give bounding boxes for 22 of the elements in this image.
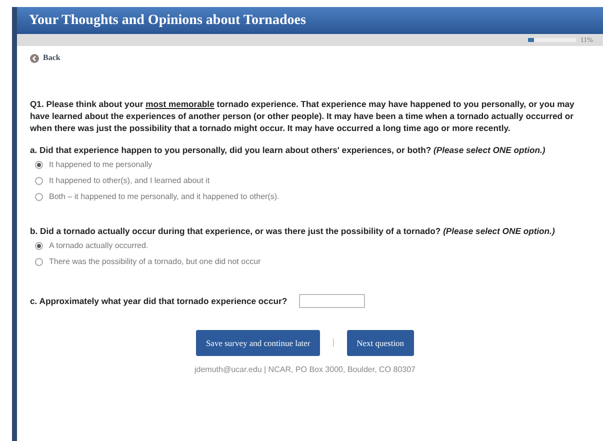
radio-option[interactable]: Both – it happened to me personally, and it happened to other(s). bbox=[35, 191, 590, 203]
save-button[interactable]: Save survey and continue later bbox=[196, 330, 320, 356]
radio-option[interactable]: It happened to me personally bbox=[35, 159, 590, 171]
radio-button[interactable] bbox=[35, 161, 43, 169]
question-text: b. Did a tornado actually occur during that experience, or was there just the possibility of a tornado? (Please select ONE option.) bbox=[30, 225, 556, 237]
button-separator: | bbox=[332, 336, 335, 350]
question-text: c. Approximately what year did that tornado experience occur? bbox=[30, 294, 288, 308]
radio-button[interactable] bbox=[35, 193, 43, 201]
back-icon bbox=[30, 54, 39, 62]
year-field[interactable] bbox=[299, 294, 366, 308]
radio-option[interactable]: It happened to other(s), and I learned about it bbox=[35, 175, 590, 187]
survey-title: Your Thoughts and Opinions about Tornadoes bbox=[29, 12, 306, 30]
intro-paragraph: Q1. Please think about your most memorable tornado experience. That experience may have happened to you personally, or you may have learned about the experiences of another person (or other people). It may have been a time when a tornado actually occurred or when there was just the possibility that a tornado might occur. It may have occurred a long time ago or more recently. bbox=[30, 98, 576, 134]
radio-button[interactable] bbox=[35, 177, 43, 185]
footer-contact: jdemuth@ucar.edu | NCAR, PO Box 3000, Boulder, CO 80307 bbox=[193, 364, 416, 376]
radio-button[interactable] bbox=[35, 258, 43, 266]
radio-option[interactable]: A tornado actually occurred. bbox=[35, 240, 590, 252]
back-link[interactable]: Back bbox=[30, 52, 60, 64]
radio-option[interactable]: There was the possibility of a tornado, but one did not occur bbox=[35, 256, 590, 268]
radio-button[interactable] bbox=[35, 242, 43, 250]
question-text: a. Did that experience happen to you personally, did you learn about others' experiences, or both? (Please select ONE option.) bbox=[30, 144, 546, 156]
next-button[interactable]: Next question bbox=[346, 330, 414, 356]
